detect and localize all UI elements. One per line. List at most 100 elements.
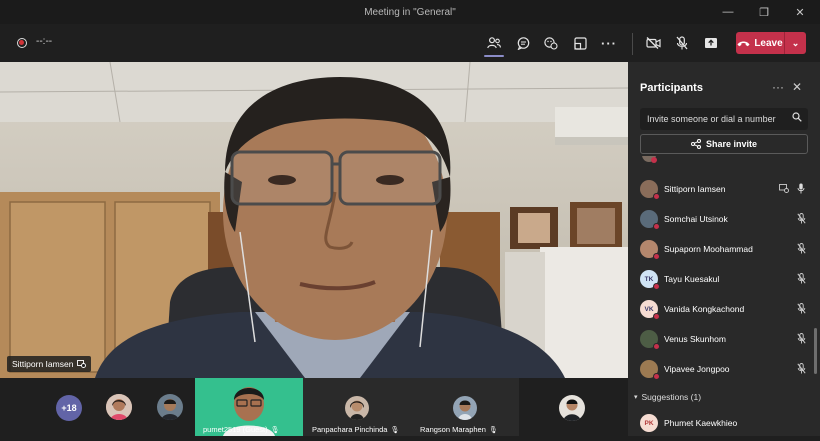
chat-icon[interactable] bbox=[510, 31, 536, 55]
collapse-chevron-icon: ▾ bbox=[634, 394, 638, 401]
suggestion-row[interactable]: PK Phumet Kaewkhieo bbox=[640, 408, 808, 438]
share-invite-label: Share invite bbox=[705, 139, 758, 149]
more-icon[interactable]: ··· bbox=[596, 31, 622, 55]
avatar bbox=[640, 240, 660, 260]
tile-label: Rangson Maraphen 🎙 bbox=[420, 425, 498, 434]
invite-placeholder: Invite someone or dial a number bbox=[647, 114, 776, 124]
avatar bbox=[640, 180, 660, 200]
tile-name: Rangson Maraphen bbox=[420, 425, 486, 434]
close-icon[interactable]: ✕ bbox=[782, 0, 818, 24]
participant-name: Supaporn Moohammad bbox=[664, 244, 753, 254]
minimize-icon[interactable]: — bbox=[710, 0, 746, 24]
avatar-initials: TK bbox=[644, 275, 654, 283]
mic-off-icon[interactable] bbox=[669, 31, 695, 55]
participant-avatar[interactable] bbox=[157, 394, 183, 420]
participant-avatar bbox=[345, 396, 369, 420]
presence-badge bbox=[653, 313, 660, 320]
mic-off-icon bbox=[794, 272, 808, 286]
video-frame-image bbox=[0, 62, 628, 378]
video-participant-name: Sittiporn Iamsen bbox=[12, 359, 74, 369]
leave-button[interactable]: Leave ⌄ bbox=[736, 32, 806, 54]
avatar-initials: VK bbox=[644, 305, 654, 313]
mic-off-icon: 🎙 bbox=[488, 426, 498, 434]
participant-name: Venus Skunhom bbox=[664, 334, 726, 344]
tile-label: Panpachara Pinchinda 🎙 bbox=[312, 425, 399, 434]
suggestions-header[interactable]: ▾ Suggestions (1) bbox=[634, 392, 701, 402]
title-bar: Meeting in "General" — ❐ ✕ bbox=[0, 0, 820, 24]
mic-icon bbox=[794, 183, 808, 196]
participant-row[interactable]: Venus Skunhom bbox=[640, 324, 808, 354]
leave-options-chevron-icon[interactable]: ⌄ bbox=[784, 32, 806, 54]
presence-badge bbox=[653, 373, 660, 380]
reactions-icon[interactable] bbox=[538, 31, 564, 55]
presence-badge bbox=[653, 253, 660, 260]
participant-row[interactable]: Supaporn Moohammad bbox=[640, 234, 808, 264]
suggestion-name: Phumet Kaewkhieo bbox=[664, 418, 738, 428]
participant-name: Somchai Utsinok bbox=[664, 214, 728, 224]
screen-share-indicator-icon bbox=[779, 183, 789, 195]
mic-off-icon bbox=[794, 362, 808, 376]
overflow-participants-button[interactable]: +18 bbox=[56, 395, 82, 421]
toolbar-divider bbox=[632, 33, 633, 55]
avatar: PK bbox=[640, 414, 658, 432]
suggestions-label: Suggestions (1) bbox=[641, 392, 702, 402]
avatar: VK bbox=[640, 300, 660, 320]
participant-row[interactable]: TK Tayu Kuesakul bbox=[640, 264, 808, 294]
participant-name: Sittiporn Iamsen bbox=[664, 184, 726, 194]
participant-avatar[interactable] bbox=[559, 395, 585, 421]
participant-name: Vanida Kongkachond bbox=[664, 304, 745, 314]
restore-icon[interactable]: ❐ bbox=[746, 0, 782, 24]
mic-off-icon: 🎙 bbox=[270, 426, 280, 434]
share-icon[interactable] bbox=[698, 31, 724, 55]
mic-off-icon bbox=[794, 332, 808, 346]
video-tile-panpachara[interactable]: Panpachara Pinchinda 🎙 bbox=[303, 378, 411, 436]
video-tile-guest[interactable]: pumet2519 (Guest) 🎙 bbox=[195, 378, 303, 436]
mic-off-icon bbox=[794, 302, 808, 316]
video-name-tag: Sittiporn Iamsen bbox=[7, 356, 92, 372]
search-icon[interactable] bbox=[792, 112, 802, 125]
avatar-initials: PK bbox=[644, 419, 654, 427]
participant-avatar[interactable] bbox=[106, 394, 132, 420]
mic-off-icon bbox=[794, 242, 808, 256]
participant-row[interactable]: Sittiporn Iamsen bbox=[640, 174, 808, 204]
people-icon[interactable] bbox=[481, 31, 507, 57]
participant-name: Vipavee Jongpoo bbox=[664, 364, 730, 374]
screen-share-indicator-icon bbox=[77, 360, 87, 368]
participant-avatar bbox=[453, 396, 477, 420]
panel-title: Participants bbox=[640, 82, 703, 94]
panel-more-icon[interactable]: ··· bbox=[772, 80, 784, 94]
avatar bbox=[640, 330, 660, 350]
avatar bbox=[640, 210, 660, 230]
participant-strip: +18 pumet2519 (Guest) 🎙 Panpachara Pinch… bbox=[0, 378, 628, 436]
participant-row[interactable]: Vipavee Jongpoo bbox=[640, 354, 808, 384]
participant-name: Tayu Kuesakul bbox=[664, 274, 720, 284]
mic-off-icon bbox=[794, 212, 808, 226]
mic-off-icon: 🎙 bbox=[390, 426, 400, 434]
participant-row[interactable]: Somchai Utsinok bbox=[640, 204, 808, 234]
window-title: Meeting in "General" bbox=[364, 6, 456, 18]
presence-badge bbox=[653, 193, 660, 200]
tile-name: Panpachara Pinchinda bbox=[312, 425, 388, 434]
presence-badge bbox=[653, 283, 660, 290]
avatar bbox=[640, 360, 660, 380]
invite-search-input[interactable]: Invite someone or dial a number bbox=[640, 108, 808, 130]
tile-label: pumet2519 (Guest) 🎙 bbox=[203, 425, 280, 434]
share-link-icon bbox=[690, 139, 701, 149]
participant-row[interactable]: VK Vanida Kongkachond bbox=[640, 294, 808, 324]
presence-badge bbox=[653, 343, 660, 350]
rooms-icon[interactable] bbox=[567, 31, 593, 55]
phone-hangup-icon bbox=[737, 41, 750, 46]
panel-close-icon[interactable]: ✕ bbox=[792, 80, 802, 94]
recording-icon bbox=[17, 38, 27, 48]
avatar: TK bbox=[640, 270, 660, 290]
participants-panel: Participants ··· ✕ Invite someone or dia… bbox=[628, 62, 820, 436]
main-video: Sittiporn Iamsen bbox=[0, 62, 628, 378]
panel-scrollbar[interactable] bbox=[814, 328, 817, 374]
meeting-toolbar: --:-- ··· Leave ⌄ bbox=[0, 24, 820, 62]
camera-off-icon[interactable] bbox=[640, 31, 666, 55]
video-tile-rangson[interactable]: Rangson Maraphen 🎙 bbox=[411, 378, 519, 436]
share-invite-button[interactable]: Share invite bbox=[640, 134, 808, 154]
list-fade bbox=[640, 156, 808, 170]
leave-label: Leave bbox=[754, 37, 783, 49]
presence-badge bbox=[653, 223, 660, 230]
